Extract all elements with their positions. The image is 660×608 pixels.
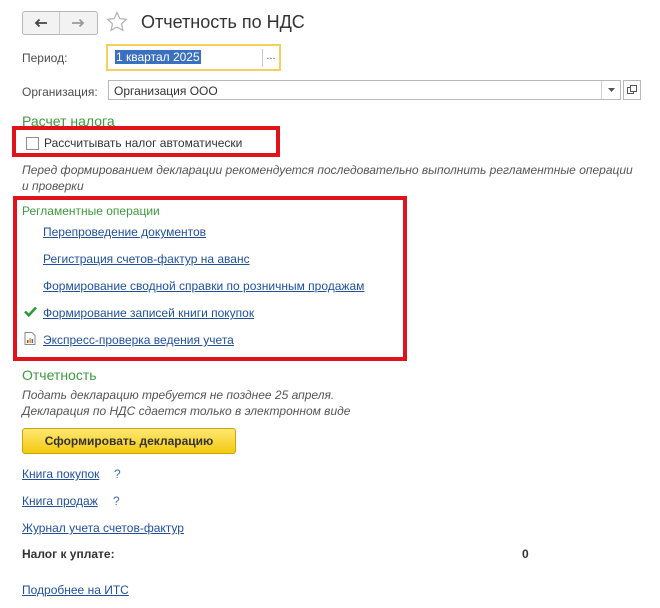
operation-link-purchase-ledger[interactable]: Формирование записей книги покупок: [43, 306, 254, 320]
checkmark-icon: [24, 306, 37, 318]
purchase-book-link[interactable]: Книга покупок: [22, 467, 99, 481]
operations-notice: Перед формированием декларации рекоменду…: [22, 163, 633, 193]
period-value: 1 квартал 2025: [115, 50, 201, 64]
operation-link-advance-invoices[interactable]: Регистрация счетов-фактур на аванс: [43, 252, 250, 266]
operation-link-retail-summary[interactable]: Формирование сводной справки по розничны…: [43, 279, 364, 293]
electronic-format-text: Декларация по НДС сдается только в элект…: [22, 404, 351, 418]
operation-link-express-check[interactable]: Экспресс-проверка ведения учета: [43, 333, 234, 347]
period-select-button[interactable]: ...: [262, 49, 279, 67]
organization-field[interactable]: Организация ООО: [108, 80, 621, 100]
period-field[interactable]: 1 квартал 2025 ...: [106, 44, 281, 71]
invoice-journal-link[interactable]: Журнал учета счетов-фактур: [22, 521, 184, 535]
star-icon: [106, 11, 128, 32]
sales-book-help-icon[interactable]: ?: [113, 494, 120, 508]
operation-link-reposting[interactable]: Перепроведение документов: [43, 225, 206, 239]
operation-done-mark: [24, 306, 37, 320]
period-label: Период:: [22, 51, 68, 65]
operation-report-mark: [24, 332, 36, 348]
report-icon: [24, 332, 36, 345]
arrow-left-icon: [34, 18, 47, 28]
purchase-book-help-icon[interactable]: ?: [114, 467, 121, 481]
organization-value: Организация ООО: [114, 84, 218, 98]
auto-calc-label[interactable]: Рассчитывать налог автоматически: [44, 136, 242, 150]
page-title: Отчетность по НДС: [141, 12, 305, 32]
chevron-down-icon: [607, 88, 615, 92]
sales-book-link[interactable]: Книга продаж: [22, 494, 98, 508]
organization-dropdown-button[interactable]: [601, 81, 620, 99]
generate-declaration-button[interactable]: Сформировать декларацию: [22, 428, 236, 454]
arrow-right-icon: [72, 18, 85, 28]
its-more-link[interactable]: Подробнее на ИТС: [22, 583, 129, 597]
operations-heading: Регламентные операции: [22, 204, 160, 218]
tax-due-value: 0: [522, 547, 529, 561]
open-form-icon: [627, 85, 637, 94]
deadline-text: Подать декларацию требуется не позднее 2…: [22, 388, 335, 402]
back-button[interactable]: [23, 12, 59, 34]
period-input[interactable]: 1 квартал 2025: [112, 49, 260, 67]
tax-due-label: Налог к уплате:: [22, 547, 115, 561]
navigation-buttons: [22, 11, 98, 35]
organization-open-button[interactable]: [623, 80, 641, 100]
favorite-button[interactable]: [105, 10, 129, 37]
reporting-heading: Отчетность: [22, 367, 97, 383]
forward-button[interactable]: [59, 12, 96, 34]
organization-label: Организация:: [22, 85, 98, 99]
auto-calc-checkbox[interactable]: [26, 137, 39, 150]
